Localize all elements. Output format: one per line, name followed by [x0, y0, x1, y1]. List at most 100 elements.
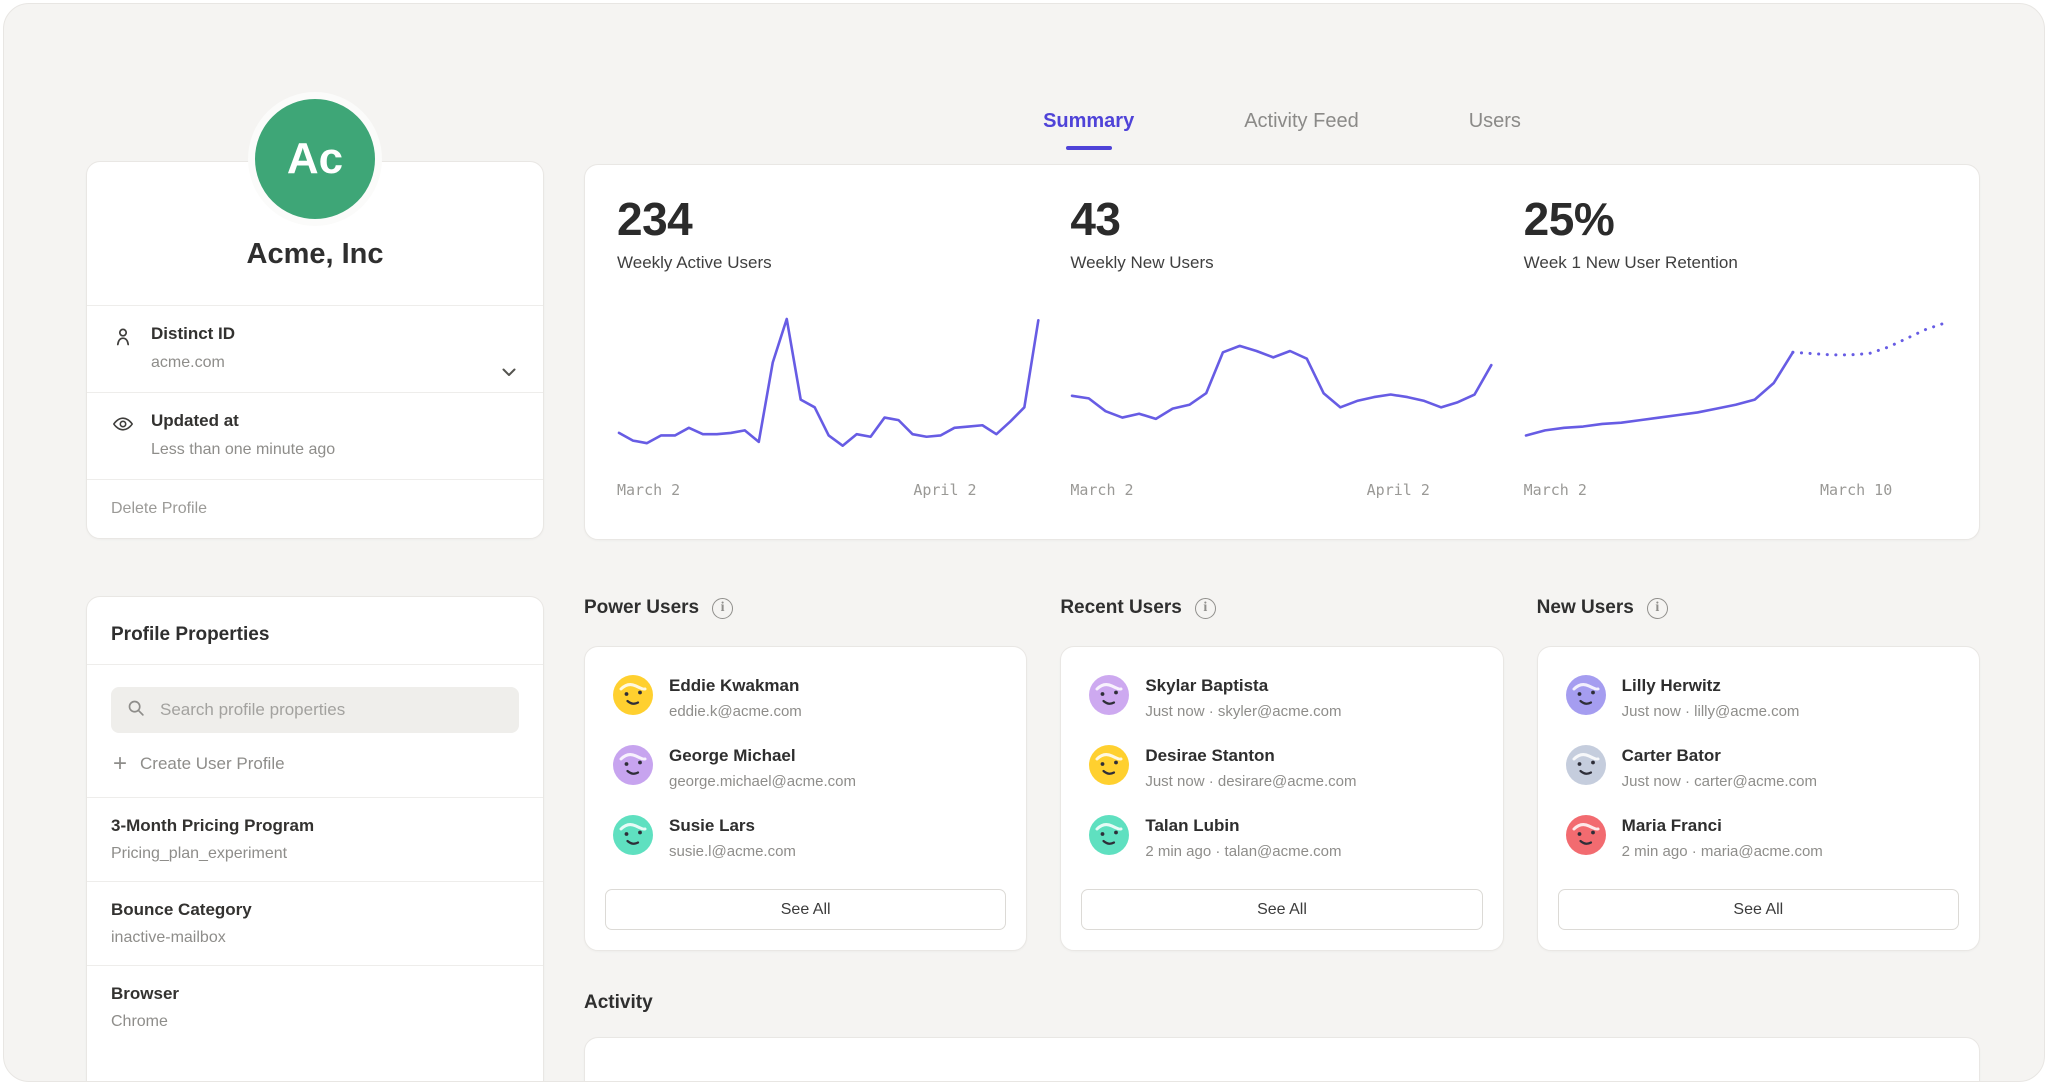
profile-field-text: Distinct ID acme.com	[151, 324, 235, 372]
profile-field-value: acme.com	[151, 354, 235, 372]
user-meta: eddie.k@acme.com	[669, 703, 802, 720]
user-avatar	[1566, 815, 1606, 855]
app-window: Ac Acme, Inc Distinct IDacme.comUpdated …	[3, 3, 2045, 1082]
user-text: Eddie Kwakmaneddie.k@acme.com	[669, 675, 802, 720]
user-avatar	[613, 675, 653, 715]
property-row-bounce-category[interactable]: Bounce Categoryinactive-mailbox	[87, 881, 543, 965]
list-item[interactable]: Lilly Herwitz Just now · lilly@acme.com	[1558, 675, 1959, 720]
person-icon	[111, 325, 135, 349]
user-name: Skylar Baptista	[1145, 675, 1341, 696]
tab-users[interactable]: Users	[1469, 110, 1521, 150]
sparkline-chart	[1524, 309, 1947, 459]
axis-label-right: April 2	[1367, 481, 1430, 499]
profile-field-label: Distinct ID	[151, 324, 235, 344]
user-avatar	[1089, 815, 1129, 855]
stat-label: Week 1 New User Retention	[1524, 253, 1947, 273]
sparkline-chart	[1070, 309, 1493, 459]
user-avatar	[1089, 675, 1129, 715]
list-item[interactable]: Susie Lars susie.l@acme.com	[605, 815, 1006, 860]
info-icon[interactable]: i	[712, 598, 733, 619]
tab-activity-feed[interactable]: Activity Feed	[1244, 110, 1358, 150]
user-meta: Just now · carter@acme.com	[1622, 773, 1817, 790]
axis-label-left: March 2	[1070, 481, 1133, 499]
list-item[interactable]: George Michael george.michael@acme.com	[605, 745, 1006, 790]
list-item[interactable]: Talan Lubin2 min ago · talan@acme.com	[1081, 815, 1482, 860]
avatar-initials: Ac	[287, 134, 343, 184]
axis-labels: March 2March 10	[1524, 481, 1947, 501]
section-power-users: Power Users i Eddie Kwakmaneddie.k@acme.co…	[584, 596, 1027, 951]
delete-profile-button[interactable]: Delete Profile	[87, 479, 543, 538]
create-user-profile-label: Create User Profile	[140, 754, 285, 774]
user-meta: george.michael@acme.com	[669, 773, 856, 790]
user-list-card: Eddie Kwakmaneddie.k@acme.com George Mich…	[584, 646, 1027, 951]
user-text: George Michael george.michael@acme.com	[669, 745, 856, 790]
user-name: Susie Lars	[669, 815, 796, 836]
see-all-button[interactable]: See All	[605, 889, 1006, 930]
eye-icon	[111, 412, 135, 436]
property-name: 3-Month Pricing Program	[111, 816, 519, 836]
user-text: Desirae StantonJust now · desirare@acme.…	[1145, 745, 1356, 790]
profile-card: Ac Acme, Inc Distinct IDacme.comUpdated …	[86, 161, 544, 539]
info-icon[interactable]: i	[1647, 598, 1668, 619]
list-item[interactable]: Eddie Kwakmaneddie.k@acme.com	[605, 675, 1006, 720]
property-row-3-month-pricing-program[interactable]: 3-Month Pricing ProgramPricing_plan_expe…	[87, 797, 543, 881]
user-meta: susie.l@acme.com	[669, 843, 796, 860]
profile-field-label: Updated at	[151, 411, 335, 431]
info-icon[interactable]: i	[1195, 598, 1216, 619]
stat-value: 43	[1070, 195, 1493, 243]
profile-properties-card: Profile Properties + Create User Profile…	[86, 596, 544, 1082]
profile-fields: Distinct ID acme.com Updated at Less than o…	[87, 305, 543, 479]
property-name: Browser	[111, 984, 519, 1004]
chevron-down-icon[interactable]	[497, 360, 521, 384]
user-avatar	[1566, 675, 1606, 715]
user-text: Carter BatorJust now · carter@acme.com	[1622, 745, 1817, 790]
tab-label: Users	[1469, 110, 1521, 132]
section-recent-users: Recent UsersiSkylar BaptistaJust now · s…	[1060, 596, 1503, 951]
list-item[interactable]: Desirae StantonJust now · desirare@acme.…	[1081, 745, 1482, 790]
section-title: New Users	[1537, 597, 1634, 619]
see-all-button[interactable]: See All	[1558, 889, 1959, 930]
property-value: inactive-mailbox	[111, 929, 519, 947]
search-box[interactable]	[111, 687, 519, 733]
plus-icon: +	[113, 755, 127, 773]
tab-summary[interactable]: Summary	[1043, 110, 1134, 150]
list-item[interactable]: Carter BatorJust now · carter@acme.com	[1558, 745, 1959, 790]
stat-label: Weekly Active Users	[617, 253, 1040, 273]
user-list-card: Lilly Herwitz Just now · lilly@acme.com Ca…	[1537, 646, 1980, 951]
property-value: Chrome	[111, 1013, 519, 1031]
property-list: 3-Month Pricing ProgramPricing_plan_expe…	[87, 797, 543, 1049]
property-row-browser[interactable]: Browser Chrome	[87, 965, 543, 1049]
profile-field-value: Less than one minute ago	[151, 441, 335, 459]
tab-label: Activity Feed	[1244, 110, 1358, 132]
stat-label: Weekly New Users	[1070, 253, 1493, 273]
tab-label: Summary	[1043, 110, 1134, 132]
search-profile-properties-input[interactable]	[158, 699, 505, 721]
section-title: Power Users	[584, 597, 699, 619]
profile-field-updated-at: Updated at Less than one minute ago	[87, 392, 543, 479]
user-name: Lilly Herwitz	[1622, 675, 1800, 696]
search-wrap	[87, 665, 543, 733]
tab-bar: Summary Activity Feed Users	[584, 110, 1980, 150]
stat-column-week-1-new-user-retention: 25%Week 1 New User RetentionMarch 2March…	[1524, 195, 1947, 539]
stat-column-weekly-new-users: 43 Weekly New Users March 2 April 2	[1070, 195, 1493, 539]
profile-avatar: Ac	[248, 92, 382, 226]
activity-stats-card: 2349403.4k	[584, 1037, 1980, 1082]
user-sections: Power Users i Eddie Kwakmaneddie.k@acme.co…	[584, 596, 1980, 951]
axis-labels: March 2 April 2	[1070, 481, 1493, 501]
axis-label-left: March 2	[1524, 481, 1587, 499]
list-item[interactable]: Maria Franci2 min ago · maria@acme.com	[1558, 815, 1959, 860]
user-text: Lilly Herwitz Just now · lilly@acme.com	[1622, 675, 1800, 720]
stat-column-weekly-active-users: 234 Weekly Active Users March 2April 2	[617, 195, 1040, 539]
see-all-button[interactable]: See All	[1081, 889, 1482, 930]
user-meta: Just now · lilly@acme.com	[1622, 703, 1800, 720]
user-name: Desirae Stanton	[1145, 745, 1356, 766]
search-icon	[125, 697, 147, 724]
create-user-profile-button[interactable]: + Create User Profile	[87, 733, 543, 797]
list-item[interactable]: Skylar BaptistaJust now · skyler@acme.co…	[1081, 675, 1482, 720]
section-new-users: New Users i Lilly Herwitz Just now · lilly@…	[1537, 596, 1980, 951]
user-text: Maria Franci2 min ago · maria@acme.com	[1622, 815, 1823, 860]
user-text: Talan Lubin2 min ago · talan@acme.com	[1145, 815, 1341, 860]
axis-labels: March 2April 2	[617, 481, 1040, 501]
user-name: George Michael	[669, 745, 856, 766]
stat-value: 234	[617, 195, 1040, 243]
